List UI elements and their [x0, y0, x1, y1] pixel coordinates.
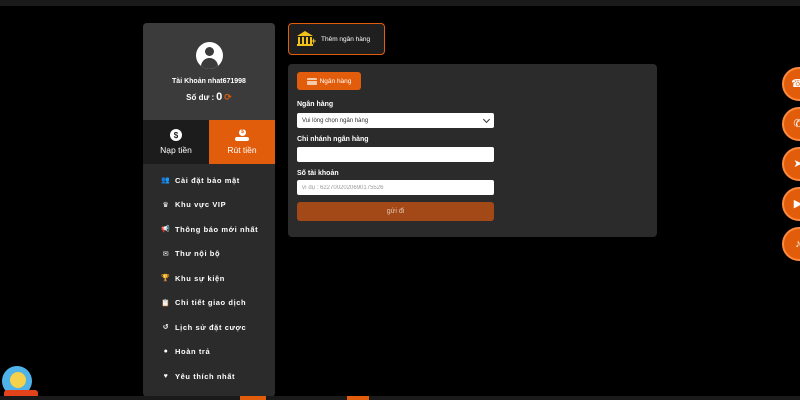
- hand-coin-icon: $: [235, 129, 249, 141]
- branch-field-label: Chi nhánh ngân hàng: [297, 136, 369, 143]
- heart-icon: ♥: [163, 372, 169, 380]
- sidebar-item-label: Hoàn trả: [175, 347, 211, 357]
- branch-input[interactable]: [297, 147, 494, 162]
- dollar-coin-icon: $: [170, 129, 182, 141]
- balance: Số dư : 0 ⟳: [186, 91, 232, 103]
- support-icon[interactable]: ☎: [782, 67, 800, 101]
- account-name: Tài Khoản nhat671998: [172, 78, 246, 85]
- wallet-tabs: $ Nạp tiền $ Rút tiền: [143, 120, 275, 164]
- sidebar-item-bet-history[interactable]: ↺ Lịch sử đặt cược: [143, 315, 275, 340]
- sidebar-item-label: Thư nội bộ: [175, 249, 221, 259]
- bank-add-icon: +: [297, 31, 317, 47]
- bank-form-panel: Ngân hàng Ngân hàng Vui lòng chọn ngân h…: [288, 64, 657, 237]
- megaphone-icon: 📢: [161, 226, 171, 234]
- sidebar-item-label: Khu sự kiện: [175, 273, 225, 283]
- youtube-icon[interactable]: ▶: [782, 187, 800, 221]
- tab-deposit-label: Nạp tiền: [160, 145, 192, 155]
- chat-icon[interactable]: ✆: [782, 107, 800, 141]
- bank-select[interactable]: Vui lòng chọn ngân hàng: [297, 113, 494, 128]
- tab-withdraw-label: Rút tiền: [227, 145, 257, 155]
- user-gear-icon: 👥: [161, 177, 171, 185]
- bank-field-label: Ngân hàng: [297, 101, 334, 108]
- account-sidebar: Tài Khoản nhat671998 Số dư : 0 ⟳ $ Nạp t…: [143, 23, 275, 397]
- envelope-icon: ✉: [162, 250, 170, 258]
- account-field-label: Số tài khoản: [297, 170, 339, 177]
- crown-icon: ♛: [162, 201, 170, 209]
- mascot-image[interactable]: [0, 362, 40, 400]
- profile-card: Tài Khoản nhat671998 Số dư : 0 ⟳: [143, 23, 275, 120]
- telegram-icon[interactable]: ➤: [782, 147, 800, 181]
- sidebar-item-transactions[interactable]: 📋 Chi tiết giao dịch: [143, 291, 275, 316]
- sidebar-item-security[interactable]: 👥 Cài đặt bảo mật: [143, 168, 275, 193]
- sidebar-item-label: Cài đặt bảo mật: [175, 175, 240, 185]
- balance-value: 0: [216, 91, 223, 103]
- sidebar-item-favorites[interactable]: ♥ Yêu thích nhất: [143, 364, 275, 389]
- bank-tab-label: Ngân hàng: [319, 77, 352, 85]
- balance-label: Số dư :: [186, 92, 215, 102]
- bottom-bar: [0, 396, 800, 400]
- sidebar-item-label: Khu vực VIP: [175, 200, 227, 210]
- card-icon: [306, 77, 317, 85]
- chevron-down-icon: [482, 115, 491, 123]
- tiktok-icon[interactable]: ♪: [782, 227, 800, 261]
- top-bar: [0, 0, 800, 6]
- history-icon: ↺: [162, 324, 170, 332]
- bank-select-value: Vui lòng chọn ngân hàng: [302, 117, 369, 124]
- sidebar-item-label: Yêu thích nhất: [175, 371, 236, 381]
- add-bank-button[interactable]: + Thêm ngân hàng: [288, 23, 385, 55]
- sidebar-item-label: Thông báo mới nhất: [175, 224, 259, 234]
- sidebar-item-vip[interactable]: ♛ Khu vực VIP: [143, 193, 275, 218]
- avatar-icon: [195, 42, 223, 69]
- sidebar-item-rebate[interactable]: ● Hoàn trả: [143, 340, 275, 365]
- bank-tab-pill[interactable]: Ngân hàng: [297, 72, 361, 90]
- sidebar-item-label: Lịch sử đặt cược: [175, 322, 247, 332]
- sidebar-menu: 👥 Cài đặt bảo mật ♛ Khu vực VIP 📢 Thông báo…: [143, 164, 275, 389]
- dollar-circle-icon: ●: [163, 348, 169, 356]
- add-bank-label: Thêm ngân hàng: [321, 35, 371, 43]
- sidebar-item-notifications[interactable]: 📢 Thông báo mới nhất: [143, 217, 275, 242]
- clipboard-icon: 📋: [161, 299, 171, 307]
- tab-deposit[interactable]: $ Nạp tiền: [143, 120, 209, 164]
- sidebar-item-inbox[interactable]: ✉ Thư nội bộ: [143, 242, 275, 267]
- trophy-icon: 🏆: [161, 275, 171, 283]
- sidebar-item-events[interactable]: 🏆 Khu sự kiện: [143, 266, 275, 291]
- tab-withdraw[interactable]: $ Rút tiền: [209, 120, 275, 164]
- refresh-icon[interactable]: ⟳: [224, 92, 232, 103]
- sidebar-item-label: Chi tiết giao dịch: [175, 298, 247, 308]
- account-number-input[interactable]: [297, 180, 494, 195]
- submit-button[interactable]: gửi đi: [297, 202, 494, 221]
- floating-contacts: ☎ ✆ ➤ ▶ ♪: [782, 67, 800, 267]
